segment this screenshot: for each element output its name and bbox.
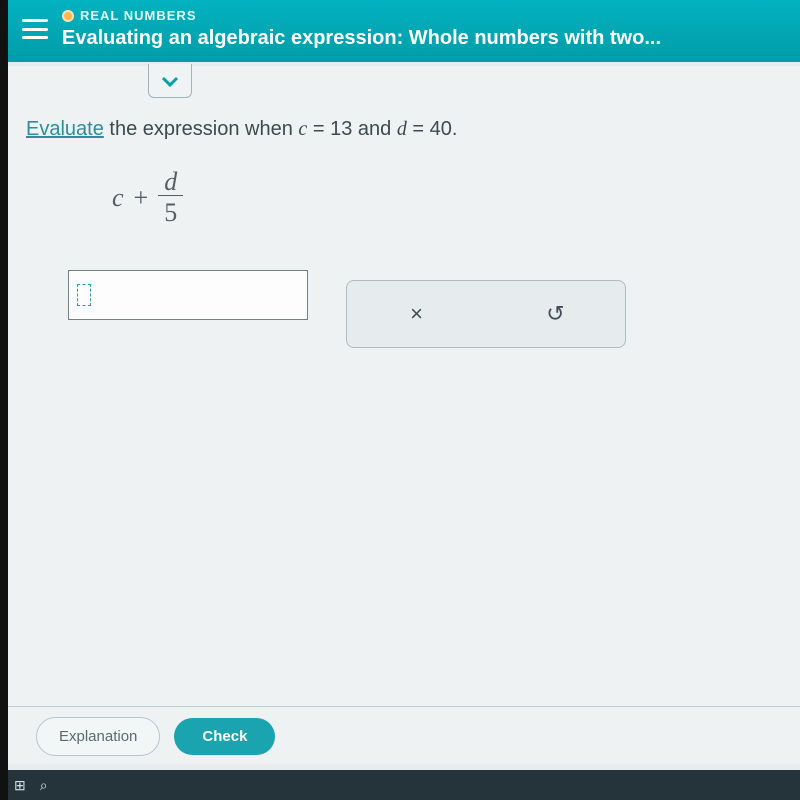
header-titles: REAL NUMBERS Evaluating an algebraic exp… (62, 8, 661, 50)
x-icon: × (410, 301, 423, 327)
variable-c: c (298, 118, 307, 140)
footer-bar: Explanation Check (8, 706, 800, 764)
collapse-tab[interactable] (148, 64, 192, 98)
lesson-title: Evaluating an algebraic expression: Whol… (62, 27, 661, 50)
app-header: REAL NUMBERS Evaluating an algebraic exp… (8, 0, 800, 62)
evaluate-link[interactable]: Evaluate (26, 118, 104, 140)
undo-icon: ↺ (546, 301, 564, 327)
question-part-3: = 40. (407, 118, 458, 140)
tool-panel: × ↺ (346, 280, 626, 348)
expr-denominator: 5 (164, 196, 177, 226)
device-bezel (0, 0, 8, 800)
variable-d: d (397, 118, 407, 140)
answer-input[interactable] (68, 270, 308, 320)
question-part-1: the expression when (104, 118, 299, 140)
question-text: Evaluate the expression when c = 13 and … (26, 66, 782, 141)
category-label: REAL NUMBERS (80, 8, 197, 23)
math-expression: c + d 5 (112, 169, 782, 226)
expr-numerator: d (158, 169, 183, 196)
undo-button[interactable]: ↺ (536, 294, 576, 334)
check-button[interactable]: Check (174, 718, 275, 755)
os-taskbar: ⊞ ⌕ (8, 770, 800, 800)
content-area: Evaluate the expression when c = 13 and … (8, 66, 800, 746)
lesson-category: REAL NUMBERS (62, 8, 661, 23)
expr-op: + (134, 183, 149, 213)
clear-button[interactable]: × (397, 294, 437, 334)
taskbar-search-icon[interactable]: ⌕ (40, 777, 48, 794)
explanation-button[interactable]: Explanation (36, 717, 160, 756)
category-dot-icon (62, 10, 74, 22)
answer-row: × ↺ (68, 270, 782, 348)
expr-left: c (112, 183, 124, 213)
input-cursor-icon (77, 284, 91, 306)
windows-start-icon[interactable]: ⊞ (14, 777, 26, 794)
question-part-2: = 13 and (307, 118, 397, 140)
expr-fraction: d 5 (158, 169, 183, 226)
menu-button[interactable] (22, 19, 48, 39)
chevron-down-icon (160, 74, 180, 88)
